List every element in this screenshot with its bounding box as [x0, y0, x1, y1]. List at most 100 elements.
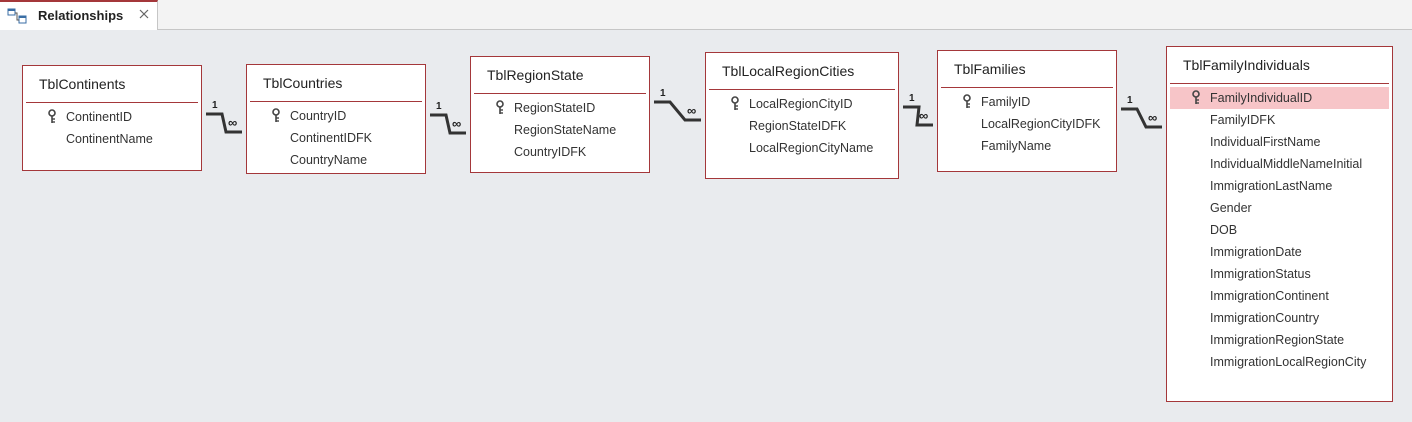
relationships-icon — [7, 8, 27, 24]
relationship-many-label: ∞ — [452, 116, 462, 131]
table-tbl-region-state[interactable]: TblRegionState RegionStateID RegionStateNa… — [470, 56, 650, 173]
field-name: FamilyName — [981, 139, 1052, 153]
field-individual-first-name[interactable]: IndividualFirstName — [1170, 131, 1389, 153]
field-list: RegionStateID RegionStateName CountryIDFK — [474, 97, 646, 163]
relationship-one-label: 1 — [436, 101, 442, 112]
field-family-id[interactable]: FamilyID — [941, 91, 1113, 113]
field-name: RegionStateID — [514, 101, 596, 115]
field-immigration-last-name[interactable]: ImmigrationLastName — [1170, 175, 1389, 197]
field-name: RegionStateIDFK — [749, 119, 847, 133]
title-divider — [941, 87, 1113, 88]
field-dob[interactable]: DOB — [1170, 219, 1389, 241]
field-country-name[interactable]: CountryName — [250, 149, 422, 171]
table-tbl-families[interactable]: TblFamilies FamilyID LocalRegionCityIDFK Fa… — [937, 50, 1117, 172]
field-region-state-id[interactable]: RegionStateID — [474, 97, 646, 119]
table-title[interactable]: TblCountries — [263, 75, 342, 91]
field-local-region-city-id[interactable]: LocalRegionCityID — [709, 93, 895, 115]
table-tbl-countries[interactable]: TblCountries CountryID ContinentIDFK Countr… — [246, 64, 426, 174]
field-name: ContinentID — [66, 110, 133, 124]
title-divider — [474, 93, 646, 94]
close-icon[interactable] — [137, 7, 151, 21]
field-list: ContinentID ContinentName — [26, 106, 198, 150]
field-name: ImmigrationDate — [1210, 245, 1302, 259]
field-name: Gender — [1210, 201, 1252, 215]
title-divider — [1170, 83, 1389, 84]
field-name: CountryID — [290, 109, 347, 123]
field-local-region-city-idfk[interactable]: LocalRegionCityIDFK — [941, 113, 1113, 135]
field-region-state-idfk[interactable]: RegionStateIDFK — [709, 115, 895, 137]
relationship-one-label: 1 — [1127, 95, 1133, 106]
field-immigration-date[interactable]: ImmigrationDate — [1170, 241, 1389, 263]
title-divider — [26, 102, 198, 103]
field-name: IndividualFirstName — [1210, 135, 1321, 149]
relationship-many-label: ∞ — [1148, 110, 1158, 125]
relationship-one-label: 1 — [909, 93, 915, 104]
field-individual-middle-name-initial[interactable]: IndividualMiddleNameInitial — [1170, 153, 1389, 175]
field-continent-id[interactable]: ContinentID — [26, 106, 198, 128]
field-country-id[interactable]: CountryID — [250, 105, 422, 127]
field-name: ContinentIDFK — [290, 131, 372, 145]
field-region-state-name[interactable]: RegionStateName — [474, 119, 646, 141]
field-name: IndividualMiddleNameInitial — [1210, 157, 1363, 171]
field-name: LocalRegionCityIDFK — [981, 117, 1101, 131]
table-title[interactable]: TblRegionState — [487, 67, 584, 83]
field-immigration-region-state[interactable]: ImmigrationRegionState — [1170, 329, 1389, 351]
field-name: ImmigrationStatus — [1210, 267, 1311, 281]
table-tbl-continents[interactable]: TblContinents ContinentID ContinentName — [22, 65, 202, 171]
field-family-idfk[interactable]: FamilyIDFK — [1170, 109, 1389, 131]
field-immigration-status[interactable]: ImmigrationStatus — [1170, 263, 1389, 285]
field-immigration-local-region-city[interactable]: ImmigrationLocalRegionCity — [1170, 351, 1389, 373]
field-name: ImmigrationLastName — [1210, 179, 1333, 193]
field-name: CountryName — [290, 153, 368, 167]
field-list: CountryID ContinentIDFK CountryName — [250, 105, 422, 171]
field-list: FamilyID LocalRegionCityIDFK FamilyName — [941, 91, 1113, 157]
field-family-name[interactable]: FamilyName — [941, 135, 1113, 157]
relationship-one-label: 1 — [660, 88, 666, 99]
field-name: ImmigrationRegionState — [1210, 333, 1345, 347]
document-tab-bar: Relationships — [0, 0, 1412, 30]
field-gender[interactable]: Gender — [1170, 197, 1389, 219]
relationships-canvas[interactable]: TblContinents ContinentID ContinentName Tbl… — [0, 31, 1412, 422]
field-name: ContinentName — [66, 132, 153, 146]
field-name: LocalRegionCityID — [749, 97, 853, 111]
field-name: LocalRegionCityName — [749, 141, 874, 155]
title-divider — [250, 101, 422, 102]
tab-label: Relationships — [38, 8, 124, 23]
relationship-many-label: ∞ — [228, 115, 238, 130]
table-tbl-local-region-cities[interactable]: TblLocalRegionCities LocalRegionCityID Reg… — [705, 52, 899, 179]
field-name: CountryIDFK — [514, 145, 587, 159]
primary-key-icon — [495, 100, 505, 115]
field-continent-name[interactable]: ContinentName — [26, 128, 198, 150]
table-title[interactable]: TblFamilyIndividuals — [1183, 57, 1310, 73]
tab-relationships[interactable]: Relationships — [0, 0, 158, 30]
field-name: RegionStateName — [514, 123, 617, 137]
relationship-line — [903, 105, 933, 127]
field-list: FamilyIndividualID FamilyIDFK IndividualFi… — [1170, 87, 1389, 373]
primary-key-icon — [1191, 90, 1201, 105]
primary-key-icon — [271, 108, 281, 123]
primary-key-icon — [962, 94, 972, 109]
field-name: ImmigrationContinent — [1210, 289, 1329, 303]
relationship-one-label: 1 — [212, 100, 218, 111]
relationship-many-label: ∞ — [919, 108, 929, 123]
field-list: LocalRegionCityID RegionStateIDFK LocalReg… — [709, 93, 895, 159]
primary-key-icon — [730, 96, 740, 111]
field-immigration-continent[interactable]: ImmigrationContinent — [1170, 285, 1389, 307]
field-country-idfk[interactable]: CountryIDFK — [474, 141, 646, 163]
primary-key-icon — [47, 109, 57, 124]
field-family-individual-id[interactable]: FamilyIndividualID — [1170, 87, 1389, 109]
table-title[interactable]: TblContinents — [39, 76, 125, 92]
table-title[interactable]: TblLocalRegionCities — [722, 63, 854, 79]
table-title[interactable]: TblFamilies — [954, 61, 1026, 77]
title-divider — [709, 89, 895, 90]
field-name: FamilyIDFK — [1210, 113, 1276, 127]
field-continent-idfk[interactable]: ContinentIDFK — [250, 127, 422, 149]
field-immigration-country[interactable]: ImmigrationCountry — [1170, 307, 1389, 329]
field-name: ImmigrationCountry — [1210, 311, 1320, 325]
field-local-region-city-name[interactable]: LocalRegionCityName — [709, 137, 895, 159]
field-name: FamilyID — [981, 95, 1031, 109]
field-name: DOB — [1210, 223, 1238, 237]
table-tbl-family-individuals[interactable]: TblFamilyIndividuals FamilyIndividualID Fa… — [1166, 46, 1393, 402]
field-name: ImmigrationLocalRegionCity — [1210, 355, 1367, 369]
field-name: FamilyIndividualID — [1210, 91, 1313, 105]
